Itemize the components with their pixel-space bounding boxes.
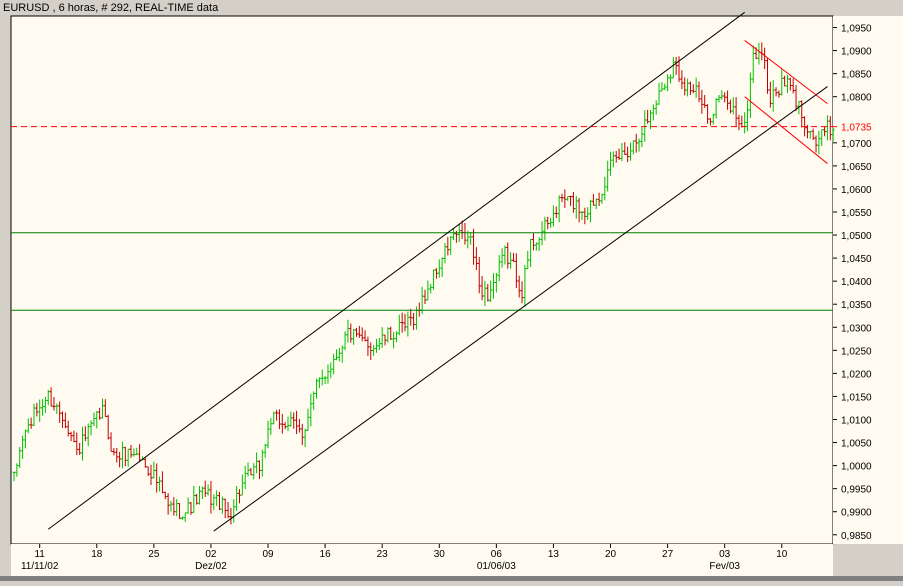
date-tick-label: 30: [434, 549, 446, 560]
date-tick-label: 13: [548, 549, 560, 560]
price-tick-label: 1,0700: [841, 139, 872, 150]
price-tick-label: 1,0000: [841, 462, 872, 473]
date-tick-label: 27: [662, 549, 674, 560]
price-tick-label: 0,9950: [841, 485, 872, 496]
horizontal-scrollbar[interactable]: [0, 576, 903, 581]
price-tick-label: 1,0600: [841, 185, 872, 196]
price-tick-label: 1,0450: [841, 254, 872, 265]
ohlc-chart[interactable]: EURUSD , 6 horas, # 292, REAL-TIME data …: [0, 0, 903, 581]
price-tick-label: 1,0850: [841, 70, 872, 81]
date-tick-label: 10: [776, 549, 788, 560]
date-tick-label: 23: [377, 549, 389, 560]
chart-title: EURUSD , 6 horas, # 292, REAL-TIME data: [3, 2, 219, 14]
price-tick-label: 1,0100: [841, 415, 872, 426]
price-tick-label: 0,9850: [841, 531, 872, 542]
date-tick-label: 06: [491, 549, 503, 560]
date-tick-label: 20: [605, 549, 617, 560]
price-tick-label: 1,0300: [841, 323, 872, 334]
date-tick-label: 03: [719, 549, 731, 560]
price-tick-label: 1,0200: [841, 369, 872, 380]
price-tick-label: 1,0650: [841, 162, 872, 173]
date-subtick-label: 01/06/03: [477, 561, 516, 572]
price-tick-label: 1,0735: [841, 123, 872, 134]
date-tick-label: 02: [205, 549, 217, 560]
price-tick-label: 1,0800: [841, 93, 872, 104]
date-tick-label: 18: [91, 549, 103, 560]
date-subtick-label: 11/11/02: [21, 561, 59, 572]
price-tick-label: 0,9900: [841, 508, 872, 519]
price-tick-label: 1,0950: [841, 24, 872, 35]
date-tick-label: 16: [320, 549, 332, 560]
date-tick-label: 25: [148, 549, 160, 560]
chart-window: EURUSD , 6 horas, # 292, REAL-TIME data …: [0, 0, 903, 581]
price-tick-label: 1,0500: [841, 231, 872, 242]
price-tick-label: 1,0050: [841, 439, 872, 450]
price-tick-label: 1,0250: [841, 346, 872, 357]
date-tick-label: 09: [262, 549, 274, 560]
price-tick-label: 1,0550: [841, 208, 872, 219]
price-tick-label: 1,0150: [841, 392, 872, 403]
price-tick-label: 1,0900: [841, 47, 872, 58]
date-subtick-label: Fev/03: [709, 561, 740, 572]
price-tick-label: 1,0350: [841, 300, 872, 311]
date-subtick-label: Dez/02: [195, 561, 227, 572]
date-tick-label: 11: [34, 549, 45, 560]
price-tick-label: 1,0400: [841, 277, 872, 288]
